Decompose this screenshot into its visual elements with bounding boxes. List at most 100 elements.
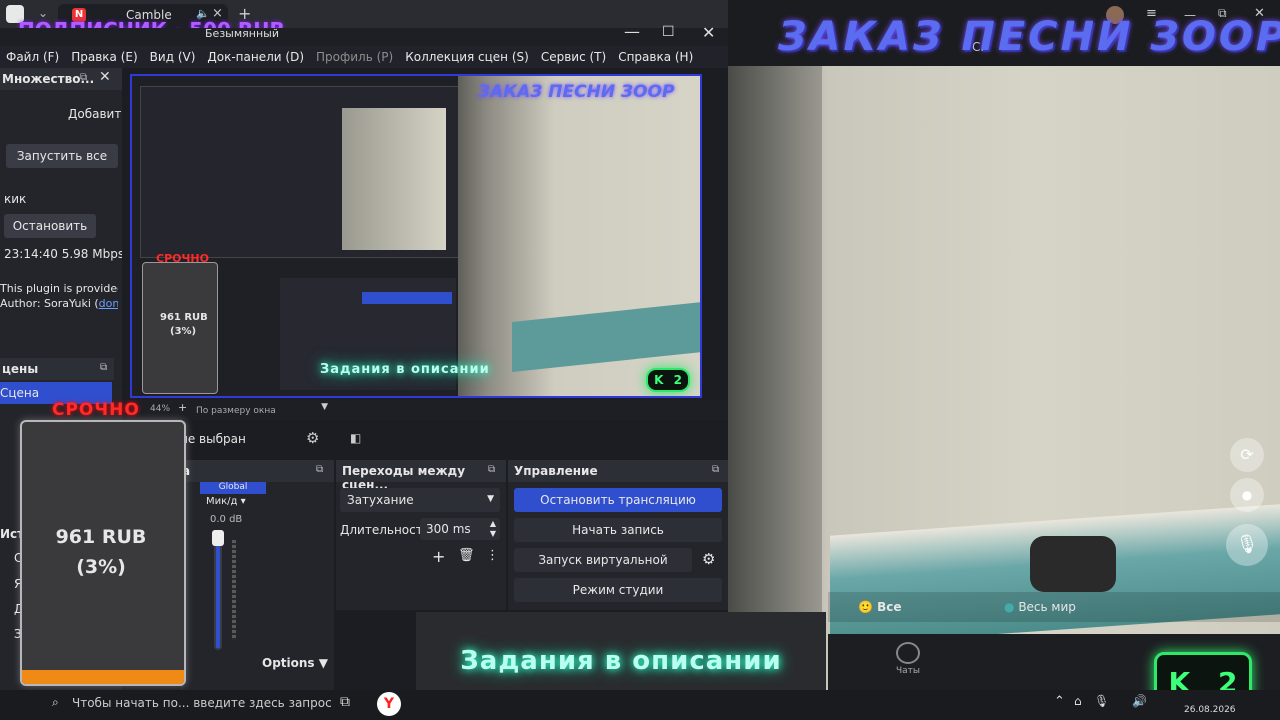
duration-input[interactable]: 300 ms ▲ ▼ — [420, 518, 500, 540]
maximize-icon[interactable]: ☐ — [662, 24, 675, 40]
taskbar-search[interactable]: ⌕ Чтобы начать по... введите здесь запро… — [46, 692, 332, 716]
plugin-info-line2: Author: SoraYuki (donat — [0, 297, 118, 310]
menu-tools[interactable]: Сервис (T) — [535, 46, 612, 68]
chat-filter-all[interactable]: 🙂 Все — [858, 600, 902, 614]
start-all-button[interactable]: Запустить все — [6, 144, 118, 168]
dock-float-icon[interactable]: ⧉ — [80, 72, 87, 83]
microphone-icon[interactable]: 🎙 — [1226, 524, 1268, 566]
preview-title: ЗАКАЗ ПЕСНИ ЗООР — [478, 82, 675, 102]
preview-counter-letter: K — [654, 373, 664, 387]
chats-icon[interactable] — [896, 642, 920, 664]
status-kick-label: кик — [4, 192, 27, 206]
tray-volume-icon[interactable]: 🔊 — [1132, 694, 1147, 708]
preview-nested-cam — [342, 108, 446, 250]
tray-network-icon[interactable]: ⌂ — [1074, 694, 1082, 708]
add-button[interactable]: Добавит — [60, 102, 122, 126]
add-transition-icon[interactable]: + — [432, 547, 445, 566]
source-settings-icon[interactable]: ⚙ — [306, 429, 319, 447]
dock-close-icon[interactable]: ✕ — [99, 69, 111, 85]
controls-header: Управление — [508, 460, 728, 482]
tray-chevron-icon[interactable]: ⌃ — [1054, 694, 1065, 709]
tasks-banner-text: Задания в описании — [460, 646, 782, 676]
studio-mode-button[interactable]: Режим студии — [514, 578, 722, 602]
duration-value: 300 ms — [426, 522, 471, 536]
chat-all-emoji-icon: 🙂 — [858, 600, 873, 614]
scenes-title: цены — [2, 362, 39, 376]
audio-mixer-float-icon[interactable]: ⧉ — [316, 464, 323, 475]
menu-edit[interactable]: Правка (E) — [65, 46, 143, 68]
more-icon[interactable]: ⋮ — [486, 548, 499, 563]
taskbar-date: 26.08.2026 — [1184, 705, 1236, 715]
menu-profile[interactable]: Профиль (P) — [310, 46, 399, 68]
source-filters-icon[interactable]: ◧ — [350, 431, 361, 445]
plugin-donate-link[interactable]: donat — [99, 297, 118, 310]
refresh-icon[interactable]: ⟳ — [1230, 438, 1264, 472]
webcam-curtain — [728, 66, 822, 626]
mixer-channel-tag: Global — [200, 482, 266, 494]
controls-float-icon[interactable]: ⧉ — [712, 464, 719, 475]
delete-transition-icon[interactable]: 🗑 — [458, 548, 475, 563]
mixer-options[interactable]: Options ▼ — [262, 656, 328, 670]
preview-stop-stream — [362, 292, 452, 304]
fit-select[interactable]: По размеру окна ▼ — [196, 402, 332, 416]
chevron-down-icon: ▼ — [487, 494, 494, 504]
chat-filter-world[interactable]: ● Весь мир — [1004, 600, 1076, 614]
menu-docks[interactable]: Док-панели (D) — [201, 46, 310, 68]
fit-select-value: По размеру окна — [196, 406, 276, 416]
yandex-browser-icon[interactable]: Y — [377, 692, 401, 716]
donation-progress-fill — [22, 670, 184, 684]
mixer-channel-name[interactable]: Мик/д ▾ — [206, 496, 246, 507]
volume-meter — [232, 540, 236, 640]
chats-label[interactable]: Чаты — [896, 666, 920, 676]
chat-world-label: Весь мир — [1018, 600, 1076, 614]
menu-view[interactable]: Вид (V) — [144, 46, 202, 68]
preview-donation-percent: (3%) — [170, 326, 197, 337]
mixer-db: 0.0 dB — [210, 514, 243, 525]
chevron-down-icon: ▼ — [321, 402, 328, 412]
donation-card — [20, 420, 186, 686]
menu-file[interactable]: Файл (F) — [0, 46, 65, 68]
task-view-icon[interactable]: ⧉ — [340, 694, 350, 710]
virtual-camera-settings-icon[interactable]: ⚙ — [702, 550, 715, 568]
stream-stats: 23:14:40 5.98 Mbps 3 — [4, 247, 122, 261]
preview-counter: K 2 — [646, 368, 690, 392]
preview-counter-value: 2 — [673, 373, 682, 387]
audio-mixer-header: а — [180, 460, 334, 482]
flag-icon[interactable]: ● — [1230, 478, 1264, 512]
plugin-info-line1: This plugin is provided t — [0, 282, 118, 295]
donation-amount: 961 RUB — [55, 526, 147, 548]
start-record-button[interactable]: Начать запись — [514, 518, 722, 542]
preview-urgent: СРОЧНО — [156, 252, 209, 265]
obs-window-title: Безымянный — [205, 27, 279, 40]
globe-icon: ● — [1004, 600, 1015, 614]
menu-scene-collection[interactable]: Коллекция сцен (S) — [399, 46, 535, 68]
transitions-float-icon[interactable]: ⧉ — [488, 464, 495, 475]
stop-stream-button[interactable]: Остановить трансляцию — [514, 488, 722, 512]
scenes-float-icon[interactable]: ⧉ — [100, 362, 107, 373]
obs-preview-canvas[interactable]: ЗАКАЗ ПЕСНИ ЗООР 961 RUB (3%) СРОЧНО Зад… — [130, 74, 702, 398]
tray-mic-icon[interactable]: 🎙 — [1094, 694, 1109, 708]
zoom-in-icon[interactable]: + — [178, 401, 187, 414]
no-source-selected: не выбран — [180, 432, 246, 446]
transition-select[interactable]: Затухание ▼ — [340, 488, 500, 512]
virtual-camera-button[interactable]: Запуск виртуальной камеры — [514, 548, 692, 591]
volume-slider[interactable] — [212, 530, 224, 650]
stepper-icon[interactable]: ▲ ▼ — [490, 519, 496, 539]
chat-all-label: Все — [877, 600, 902, 614]
stop-button[interactable]: Остановить — [4, 214, 96, 238]
scene-item-label: Сцена — [0, 386, 40, 400]
duration-label: Длительность — [340, 523, 430, 537]
controls-title: Управление — [514, 464, 598, 478]
menu-help[interactable]: Справка (H) — [612, 46, 699, 68]
minimize-icon[interactable]: — — [624, 22, 640, 41]
volume-slider-handle[interactable] — [212, 530, 224, 546]
volume-slider-track — [216, 542, 220, 648]
plugin-author: Author: SoraYuki ( — [0, 297, 99, 310]
donation-percent: (3%) — [76, 556, 126, 578]
mixer-options-label: Options — [262, 656, 315, 670]
taskbar-search-icon: ⌕ — [52, 695, 59, 709]
close-icon[interactable]: ✕ — [702, 23, 715, 42]
transition-select-value: Затухание — [347, 493, 414, 507]
obs-menu-bar: Файл (F) Правка (E) Вид (V) Док-панели (… — [0, 46, 728, 68]
scenes-dock-header: цены — [0, 358, 114, 380]
